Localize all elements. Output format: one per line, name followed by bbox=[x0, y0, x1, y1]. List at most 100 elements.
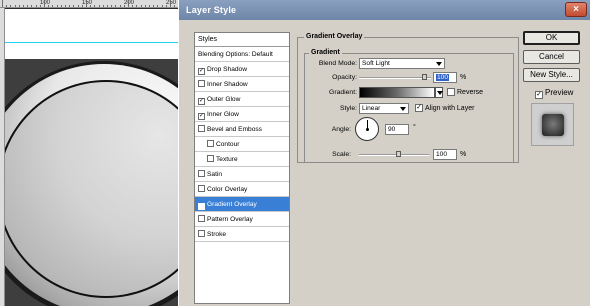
ruler-tick bbox=[123, 5, 125, 7]
ruler-tick bbox=[161, 5, 163, 7]
style-checkbox[interactable] bbox=[198, 170, 205, 177]
section-title: Gradient Overlay bbox=[304, 33, 365, 40]
style-checkbox[interactable] bbox=[207, 155, 214, 162]
ruler-tick bbox=[69, 5, 71, 7]
gradient-overlay-panel: Gradient Overlay Gradient Blend Mode: So… bbox=[297, 32, 519, 163]
style-item-label: Color Overlay bbox=[207, 186, 248, 193]
ruler-tick bbox=[153, 5, 155, 7]
gradient-overlay-group: Gradient Overlay Gradient Blend Mode: So… bbox=[297, 33, 519, 163]
close-button[interactable]: × bbox=[565, 2, 587, 17]
style-item-inner-glow[interactable]: ✓ Inner Glow bbox=[195, 107, 289, 122]
ruler-tick bbox=[128, 0, 129, 7]
chevron-down-icon bbox=[400, 107, 406, 111]
opacity-slider-track[interactable] bbox=[359, 77, 431, 79]
style-value: Linear bbox=[362, 105, 381, 112]
style-item-drop-shadow[interactable]: ✓ Drop Shadow bbox=[195, 62, 289, 77]
preview-label: Preview bbox=[545, 88, 574, 97]
opacity-input[interactable]: 100 bbox=[433, 72, 457, 83]
preview-toggle[interactable]: ✓ Preview bbox=[535, 88, 573, 99]
reverse-label: Reverse bbox=[457, 89, 484, 96]
style-item-contour[interactable]: Contour bbox=[195, 137, 289, 152]
gradient-swatch[interactable] bbox=[359, 87, 435, 98]
style-dropdown[interactable]: Linear bbox=[359, 103, 409, 114]
cancel-button[interactable]: Cancel bbox=[523, 50, 580, 64]
ruler-tick bbox=[170, 0, 171, 7]
ruler-tick bbox=[136, 5, 138, 7]
reverse-checkbox[interactable] bbox=[447, 88, 455, 96]
scale-label: Scale: bbox=[332, 151, 351, 158]
ruler-tick bbox=[31, 5, 33, 7]
document-canvas[interactable] bbox=[5, 9, 190, 306]
guide-line[interactable] bbox=[5, 42, 190, 43]
ruler-tick bbox=[48, 5, 50, 7]
ruler-tick bbox=[165, 5, 167, 7]
style-label: Style: bbox=[340, 105, 357, 112]
styles-list-header[interactable]: Styles bbox=[195, 33, 289, 47]
ruler-tick bbox=[18, 5, 20, 7]
style-item-label: Contour bbox=[216, 141, 240, 148]
style-item-stroke[interactable]: Stroke bbox=[195, 227, 289, 242]
gradient-picker-arrow[interactable] bbox=[435, 87, 443, 98]
ruler-tick bbox=[94, 5, 96, 7]
style-item-texture[interactable]: Texture bbox=[195, 152, 289, 167]
style-item-label: Inner Shadow bbox=[207, 81, 248, 88]
dialog-titlebar[interactable]: Layer Style × bbox=[179, 0, 590, 20]
style-checkbox[interactable] bbox=[198, 215, 205, 222]
style-item-label: Bevel and Emboss bbox=[207, 126, 262, 133]
ruler-tick bbox=[44, 0, 45, 7]
style-checkbox[interactable] bbox=[207, 140, 214, 147]
style-item-label: Stroke bbox=[207, 231, 227, 238]
style-checkbox[interactable] bbox=[198, 185, 205, 192]
style-checkbox[interactable] bbox=[198, 125, 205, 132]
style-item-outer-glow[interactable]: ✓ Outer Glow bbox=[195, 92, 289, 107]
ruler-tick bbox=[111, 5, 113, 7]
style-item-label: Drop Shadow bbox=[207, 66, 247, 73]
blend-mode-value: Soft Light bbox=[362, 60, 390, 67]
style-item-blending-options-default[interactable]: Blending Options: Default bbox=[195, 47, 289, 62]
preview-checkbox[interactable]: ✓ bbox=[535, 91, 543, 99]
styles-list: Styles Blending Options: Default ✓ Drop Sh… bbox=[194, 32, 290, 304]
style-item-gradient-overlay[interactable]: ✓ Gradient Overlay bbox=[195, 197, 289, 212]
horizontal-ruler: 100 150 200 250 bbox=[0, 0, 190, 8]
style-item-label: Inner Glow bbox=[207, 111, 239, 118]
align-with-layer-checkbox[interactable]: ✓ bbox=[415, 104, 423, 112]
scale-slider-thumb[interactable] bbox=[396, 151, 401, 157]
ruler-tick bbox=[73, 5, 75, 7]
ruler-tick bbox=[132, 5, 134, 7]
angle-unit: ° bbox=[413, 124, 416, 131]
scale-slider-track[interactable] bbox=[359, 154, 429, 156]
ruler-tick bbox=[102, 5, 104, 7]
style-item-label: Satin bbox=[207, 171, 223, 178]
angle-label: Angle: bbox=[331, 126, 351, 133]
style-item-pattern-overlay[interactable]: Pattern Overlay bbox=[195, 212, 289, 227]
style-item-label: Blending Options: Default bbox=[198, 51, 273, 58]
ruler-tick bbox=[119, 5, 121, 7]
style-item-bevel-and-emboss[interactable]: Bevel and Emboss bbox=[195, 122, 289, 137]
blend-mode-dropdown[interactable]: Soft Light bbox=[359, 58, 445, 69]
style-item-color-overlay[interactable]: Color Overlay bbox=[195, 182, 289, 197]
align-with-layer-label: Align with Layer bbox=[425, 105, 475, 112]
layer-style-dialog: Layer Style × Styles Blending Options: D… bbox=[178, 0, 590, 306]
ruler-tick bbox=[77, 5, 79, 7]
style-checkbox[interactable]: ✓ bbox=[198, 98, 205, 105]
ok-button[interactable]: OK bbox=[523, 31, 580, 45]
style-checkbox[interactable]: ✓ bbox=[198, 203, 205, 210]
style-checkbox[interactable]: ✓ bbox=[198, 113, 205, 120]
style-checkbox[interactable] bbox=[198, 80, 205, 87]
scale-input[interactable]: 100 bbox=[433, 149, 457, 160]
style-item-satin[interactable]: Satin bbox=[195, 167, 289, 182]
opacity-slider-thumb[interactable] bbox=[422, 74, 427, 80]
ruler-tick bbox=[140, 5, 142, 7]
canvas-white-area bbox=[5, 9, 190, 59]
ruler-tick bbox=[39, 5, 41, 7]
style-checkbox[interactable]: ✓ bbox=[198, 68, 205, 75]
angle-dial[interactable] bbox=[355, 117, 379, 141]
style-item-inner-shadow[interactable]: Inner Shadow bbox=[195, 77, 289, 92]
dialog-title: Layer Style bbox=[186, 5, 237, 15]
new-style-button[interactable]: New Style... bbox=[523, 68, 580, 82]
gradient-label: Gradient: bbox=[329, 89, 357, 96]
opacity-label: Opacity: bbox=[332, 74, 357, 81]
style-checkbox[interactable] bbox=[198, 230, 205, 237]
angle-input[interactable]: 90 bbox=[385, 124, 409, 135]
ruler-tick bbox=[107, 5, 108, 7]
